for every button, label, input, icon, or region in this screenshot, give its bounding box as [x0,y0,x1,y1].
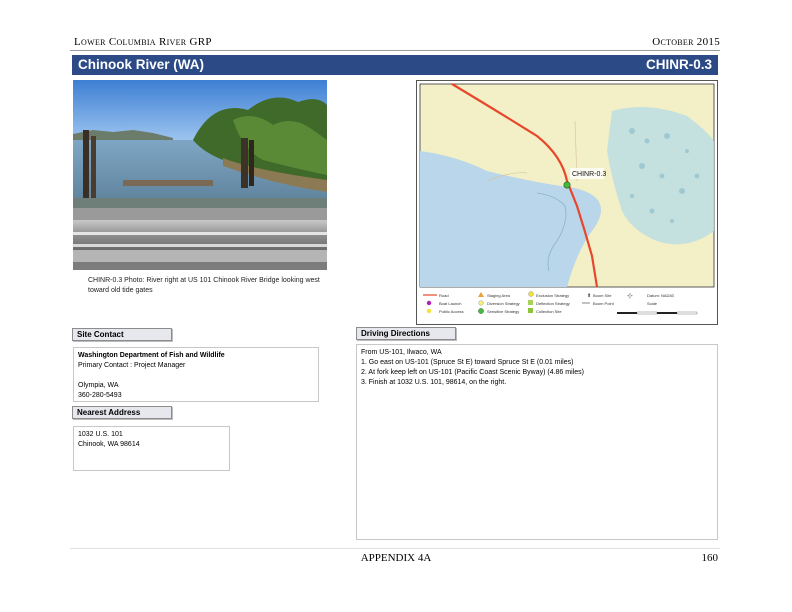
site-name: Chinook River (WA) [78,57,205,72]
site-map: CHINR-0.3 Road Staging Area Exclusion St… [416,80,718,325]
page-number: 160 [701,552,719,564]
legend-staging-area: Staging Area [487,293,511,298]
header-date: October 2015 [652,36,720,48]
address-line-2: Chinook, WA 98614 [78,441,140,448]
legend-boat-launch: Boat Launch [439,301,461,306]
legend-boom-site: Boom Site [593,293,612,298]
site-code: CHINR-0.3 [645,57,712,72]
legend-public-access: Public Access [439,309,464,314]
header-divider [70,50,720,51]
driving-directions-box: From US-101, Ilwaco, WA 1. Go east on US… [356,344,718,540]
legend-boom-point: Boom Point [593,301,615,306]
legend-diversion: Diversion Strategy [487,301,520,306]
legend-collection: Collection Site [536,309,562,314]
site-marker-icon [563,181,571,189]
footer-divider [70,548,720,549]
legend-road: Road [439,293,449,298]
address-line-1: 1032 U.S. 101 [78,431,123,438]
photo-caption: CHINR-0.3 Photo: River right at US 101 C… [88,277,320,294]
svg-text:⬆: ⬆ [587,293,591,299]
direction-line: From US-101, Ilwaco, WA [361,349,442,356]
nearest-address-box: 1032 U.S. 101 Chinook, WA 98614 [73,426,230,471]
svg-text:⊹: ⊹ [627,293,633,300]
contact-organization: Washington Department of Fish and Wildli… [78,352,225,359]
header-document-title: Lower Columbia River GRP [74,36,212,48]
contact-city: Olympia, WA [78,382,119,389]
map-site-label: CHINR-0.3 [572,171,606,178]
site-contact-box: Washington Department of Fish and Wildli… [73,347,319,402]
contact-phone: 360-280-5493 [78,392,122,399]
legend-sensitive: Sensitive Strategy [487,309,519,314]
direction-line: 2. At fork keep left on US-101 (Pacific … [361,369,584,376]
site-contact-heading: Site Contact [72,328,172,341]
legend-datum: Datum: NAD83 [647,293,675,298]
site-title-bar: Chinook River (WA) CHINR-0.3 [72,55,718,75]
footer-appendix: APPENDIX 4A [360,552,432,564]
legend-scale: Scale [647,301,658,306]
site-photo [73,80,327,270]
direction-line: 3. Finish at 1032 U.S. 101, 98614, on th… [361,379,507,386]
nearest-address-heading: Nearest Address [72,406,172,419]
legend-exclusion: Exclusion Strategy [536,293,569,298]
contact-primary: Primary Contact : Project Manager [78,362,186,369]
direction-line: 1. Go east on US-101 (Spruce St E) towar… [361,359,574,366]
driving-directions-heading: Driving Directions [356,327,456,340]
legend-deflection: Deflection Strategy [536,301,570,306]
